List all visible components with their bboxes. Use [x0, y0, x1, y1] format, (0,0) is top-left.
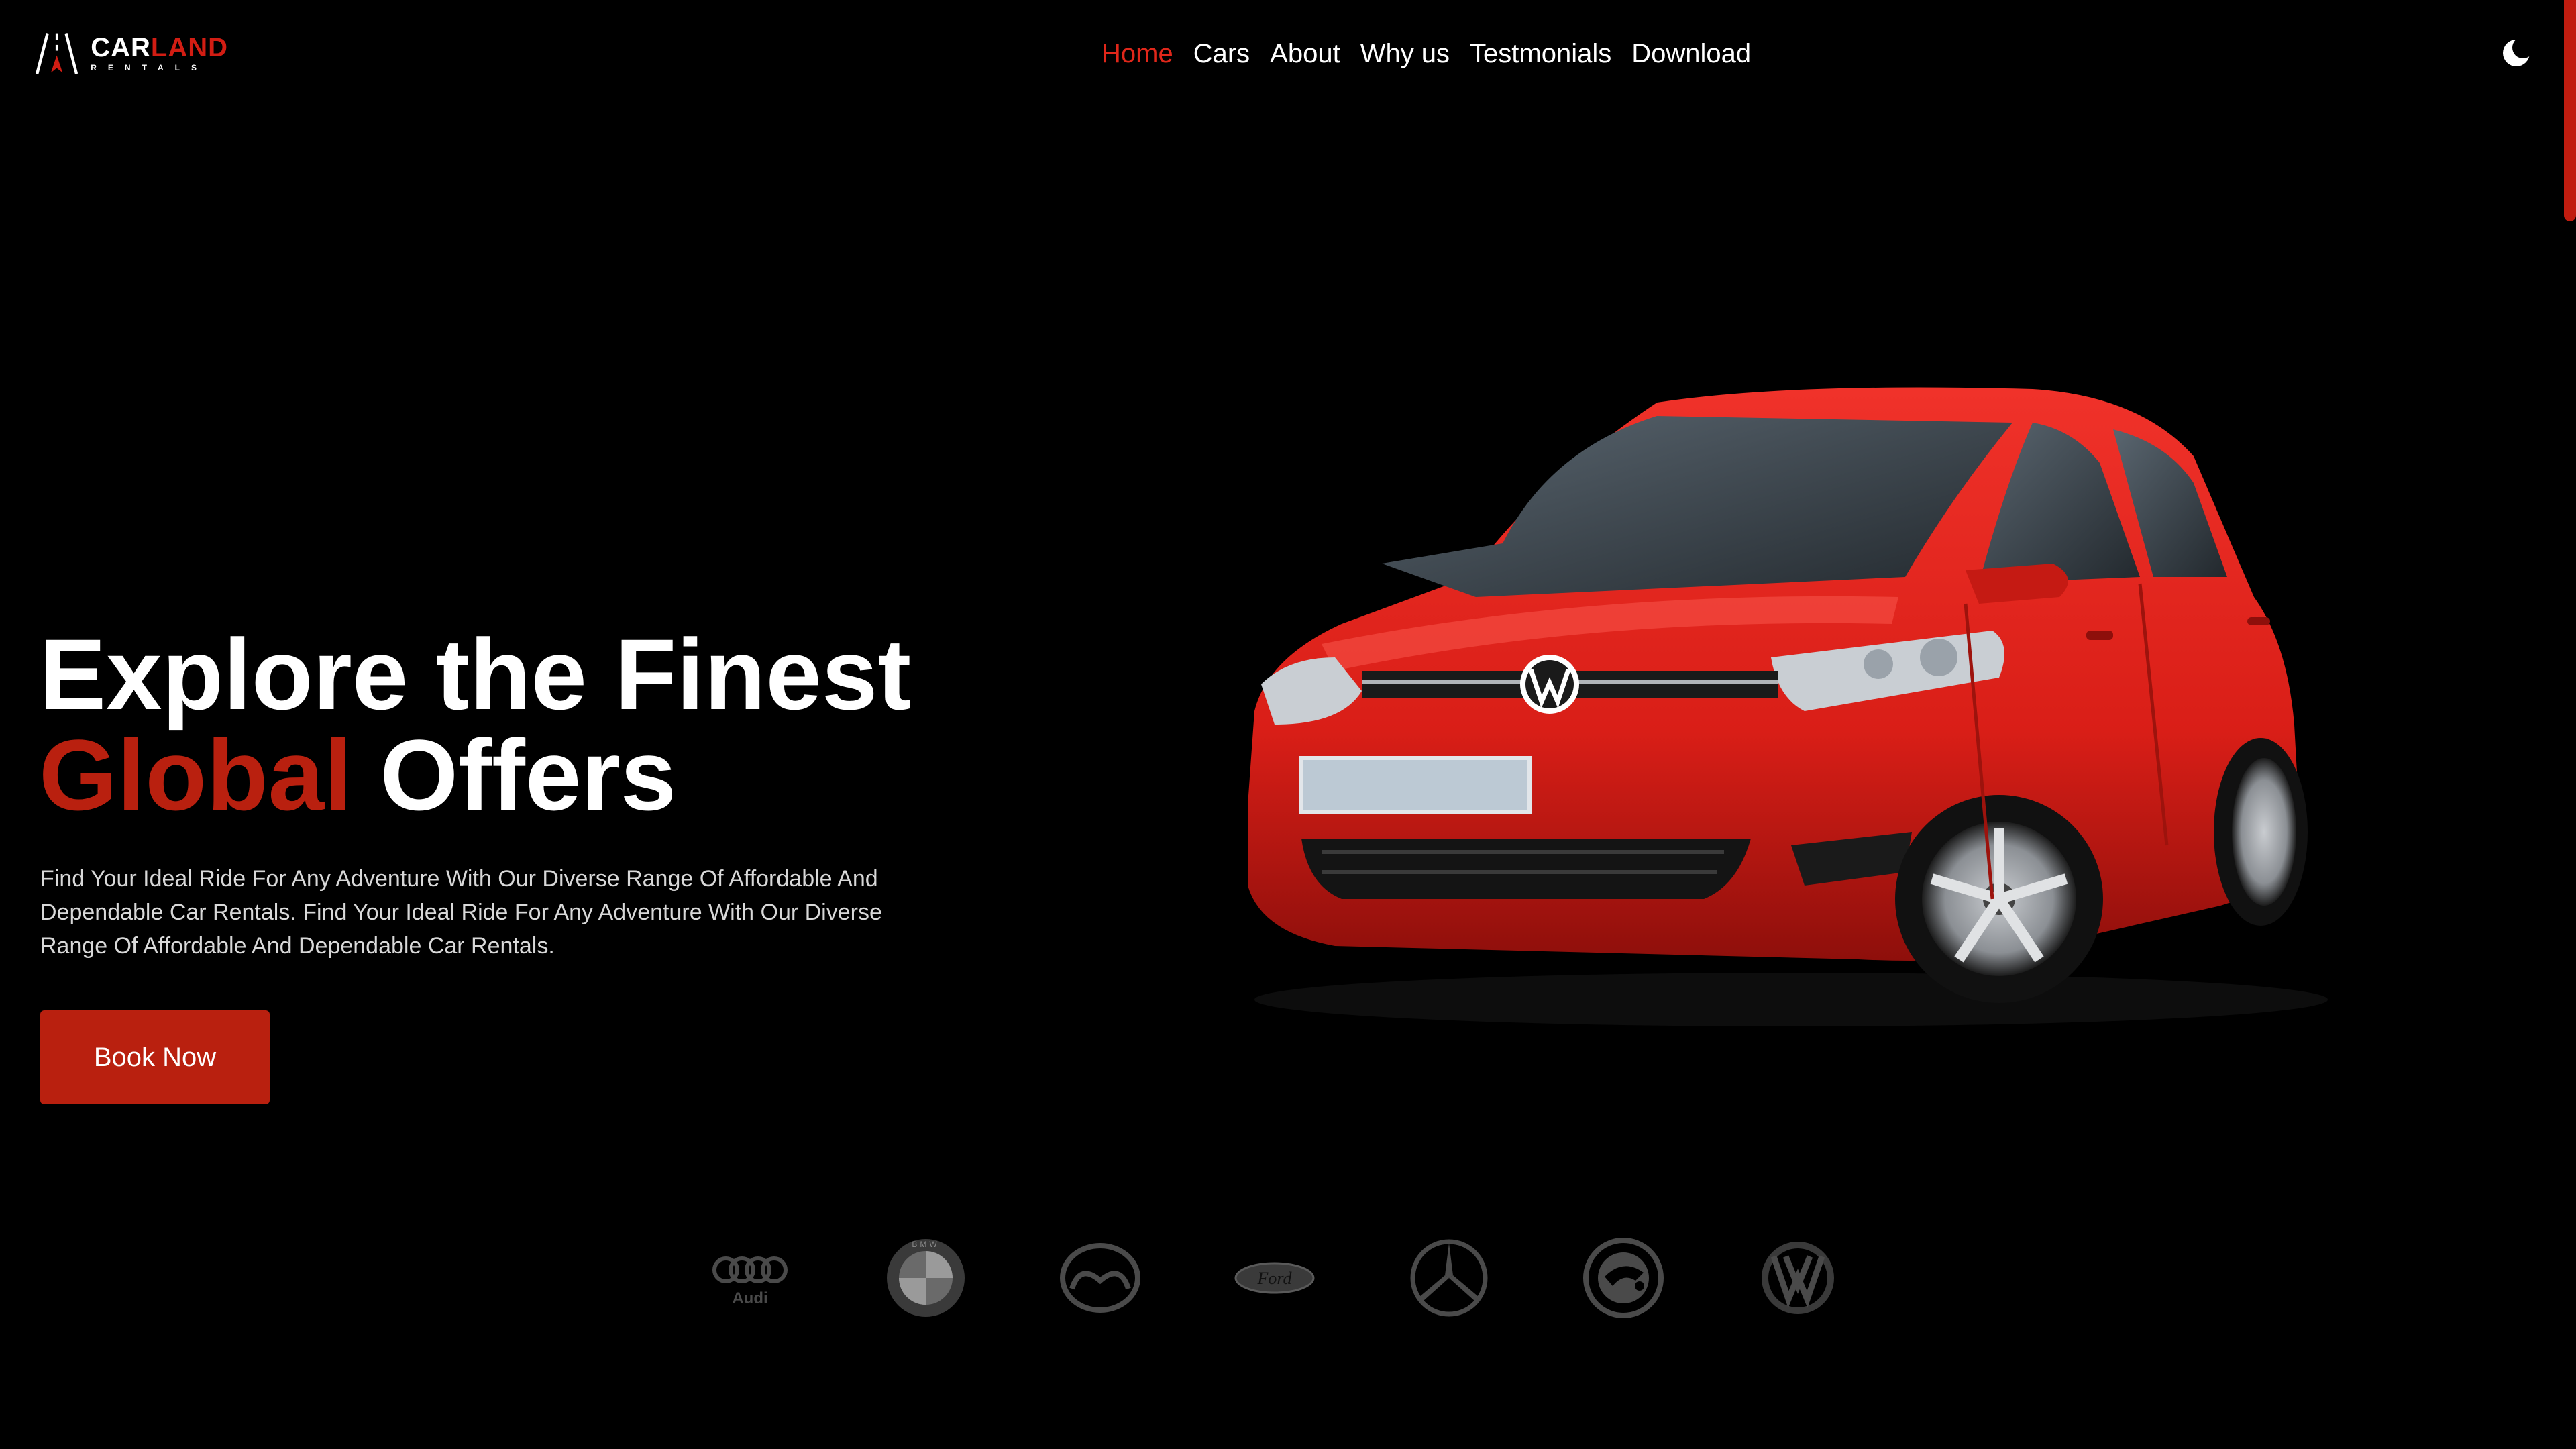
ford-logo-text: Ford — [1256, 1269, 1292, 1288]
nav-item-download[interactable]: Download — [1631, 34, 1751, 74]
mazda-logo-icon — [1060, 1243, 1140, 1313]
brand-ford[interactable]: Ford — [1234, 1234, 1315, 1322]
logo-title-land: LAND — [150, 33, 228, 62]
logo[interactable]: CARLAND RENTALS — [34, 27, 228, 79]
bmw-logo-icon: BMW — [887, 1239, 965, 1317]
main-nav: Home Cars About Why us Testmonials Downl… — [1102, 34, 1751, 74]
theme-toggle-button[interactable] — [2501, 37, 2534, 68]
logo-title: CARLAND — [91, 33, 228, 62]
hero-headline-highlight: Global — [39, 718, 352, 831]
ford-logo-icon: Ford — [1234, 1262, 1315, 1294]
brand-bmw[interactable]: BMW — [885, 1234, 966, 1322]
vw-logo-icon — [1762, 1242, 1834, 1314]
nav-item-home[interactable]: Home — [1102, 34, 1173, 74]
hero-headline: Explore the Finest Global Offers — [39, 624, 911, 825]
nav-item-testimonials[interactable]: Testmonials — [1470, 34, 1611, 74]
hero-headline-line2: Global Offers — [39, 724, 911, 825]
logo-text: CARLAND RENTALS — [91, 33, 228, 73]
scrollbar-thumb[interactable] — [2564, 0, 2576, 221]
hero-headline-line1: Explore the Finest — [39, 618, 912, 731]
page-scrollbar[interactable] — [2564, 0, 2576, 1449]
road-logo-icon — [36, 33, 78, 74]
brand-audi[interactable]: Audi — [711, 1234, 792, 1322]
hero-headline-rest: Offers — [352, 718, 677, 831]
logo-subtitle: RENTALS — [91, 63, 209, 72]
hero-description: Find Your Ideal Ride For Any Adventure W… — [40, 866, 882, 959]
nav-item-cars[interactable]: Cars — [1193, 34, 1250, 74]
nav-item-why-us[interactable]: Why us — [1360, 34, 1450, 74]
audi-logo-text: Audi — [732, 1289, 767, 1307]
brand-logos: Audi BMW Ford — [711, 1234, 1838, 1322]
landing-page: CARLAND RENTALS Home Cars About Why us T… — [0, 0, 2576, 1449]
brand-skoda[interactable] — [1583, 1234, 1664, 1322]
brand-volkswagen[interactable] — [1758, 1234, 1838, 1322]
red-hatchback-car-image — [1248, 387, 2328, 1026]
brand-mazda[interactable] — [1060, 1234, 1140, 1322]
nav-item-about[interactable]: About — [1270, 34, 1340, 74]
audi-logo-icon: Audi — [712, 1256, 788, 1307]
logo-title-car: CAR — [91, 33, 151, 62]
mercedes-logo-icon — [1410, 1239, 1488, 1317]
moon-icon — [2503, 37, 2534, 66]
brand-mercedes[interactable] — [1409, 1234, 1489, 1322]
skoda-logo-icon — [1583, 1238, 1664, 1318]
book-now-button[interactable]: Book Now — [40, 1010, 270, 1104]
bmw-logo-text: BMW — [912, 1240, 939, 1249]
